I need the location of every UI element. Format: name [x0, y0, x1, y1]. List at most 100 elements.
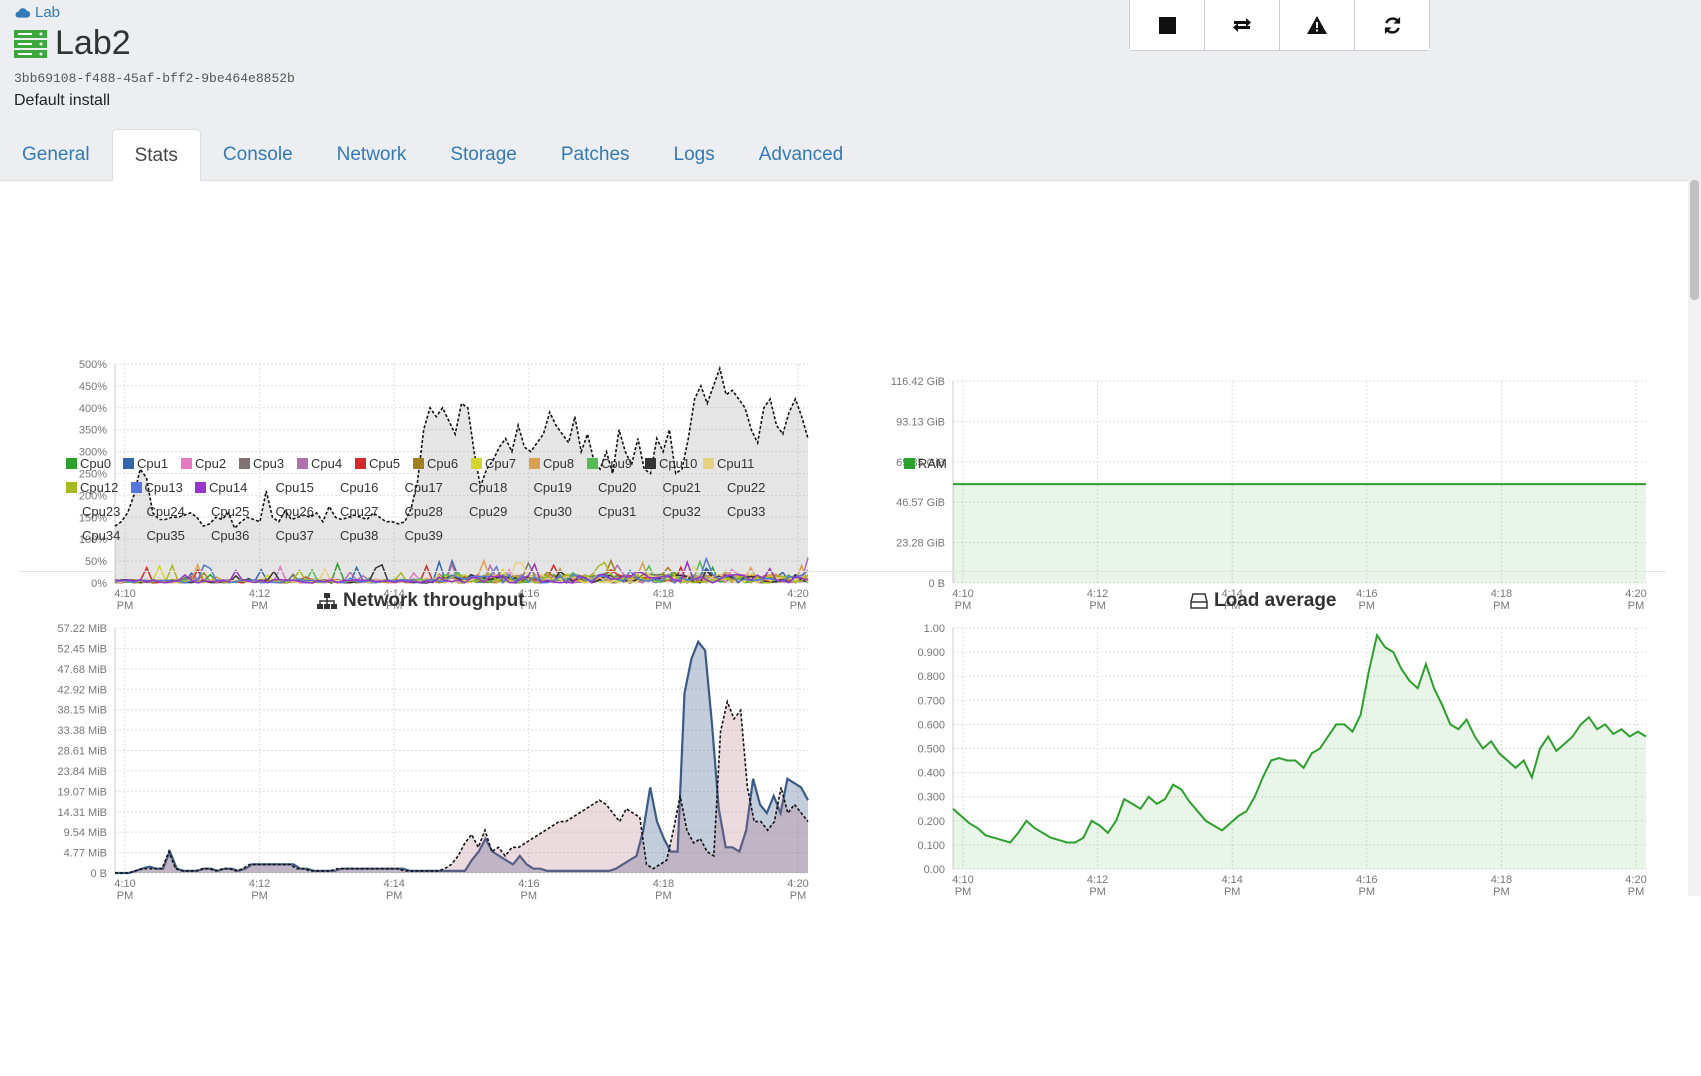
legend-item-cpu5[interactable]: Cpu5: [355, 456, 400, 471]
legend-label: Cpu3: [253, 456, 285, 471]
legend-label: Cpu8: [543, 456, 575, 471]
legend-label: Cpu13: [144, 480, 183, 495]
tab-storage[interactable]: Storage: [428, 129, 539, 181]
legend-label: Cpu33: [727, 504, 766, 519]
x-tick-label: 4:10: [952, 874, 973, 886]
legend-item-cpu18[interactable]: Cpu18: [469, 480, 507, 495]
legend-item-cpu9[interactable]: Cpu9: [587, 456, 632, 471]
legend-swatch: [645, 458, 656, 469]
legend-item-cpu15[interactable]: Cpu15: [276, 480, 314, 495]
y-tick-label: 23.84 MiB: [57, 766, 107, 778]
legend-item-cpu29[interactable]: Cpu29: [469, 504, 507, 519]
legend-label: Cpu18: [469, 480, 508, 495]
x-tick-label: 4:12: [1087, 588, 1108, 600]
x-tick-label: PM: [117, 890, 134, 902]
legend-item-cpu7[interactable]: Cpu7: [471, 456, 516, 471]
legend-item-cpu16[interactable]: Cpu16: [340, 480, 378, 495]
legend-item-cpu38[interactable]: Cpu38: [340, 528, 378, 543]
legend-item-cpu4[interactable]: Cpu4: [297, 456, 342, 471]
legend-item-cpu34[interactable]: Cpu34: [82, 528, 120, 543]
tab-patches[interactable]: Patches: [539, 129, 652, 181]
y-tick-label: 38.15 MiB: [57, 705, 107, 717]
tab-advanced[interactable]: Advanced: [737, 129, 866, 181]
series-area-tx: [115, 701, 808, 873]
tab-network[interactable]: Network: [315, 129, 429, 181]
x-tick-label: 4:20: [787, 878, 808, 890]
legend-swatch: [587, 458, 598, 469]
legend-item-cpu3[interactable]: Cpu3: [239, 456, 284, 471]
x-tick-label: PM: [1359, 886, 1376, 898]
legend-item-cpu17[interactable]: Cpu17: [405, 480, 443, 495]
x-tick-label: 4:20: [1625, 874, 1646, 886]
tab-bar: General Stats Console Network Storage Pa…: [0, 129, 865, 181]
force-shutdown-button[interactable]: [1280, 0, 1355, 50]
legend-item-cpu27[interactable]: Cpu27: [340, 504, 378, 519]
legend-item-cpu14[interactable]: Cpu14: [195, 480, 247, 495]
legend-item-cpu24[interactable]: Cpu24: [147, 504, 185, 519]
tab-stats[interactable]: Stats: [111, 129, 201, 181]
legend-item-cpu8[interactable]: Cpu8: [529, 456, 574, 471]
legend-item-cpu21[interactable]: Cpu21: [663, 480, 701, 495]
tab-console[interactable]: Console: [201, 129, 315, 181]
legend-item-ram[interactable]: RAM: [904, 456, 947, 471]
series-line-cpu14: [114, 559, 809, 584]
legend-item-cpu10[interactable]: Cpu10: [645, 456, 697, 471]
x-tick-label: PM: [1089, 886, 1106, 898]
x-tick-label: PM: [790, 600, 807, 612]
legend-item-cpu35[interactable]: Cpu35: [147, 528, 185, 543]
series-line-cpu3: [114, 561, 809, 585]
legend-item-cpu13[interactable]: Cpu13: [130, 480, 183, 495]
x-tick-label: 4:16: [1356, 588, 1377, 600]
legend-label: Cpu10: [659, 456, 698, 471]
legend-item-cpu2[interactable]: Cpu2: [181, 456, 226, 471]
scrollbar-thumb[interactable]: [1690, 180, 1699, 300]
legend-item-cpu25[interactable]: Cpu25: [211, 504, 249, 519]
legend-item-cpu11[interactable]: Cpu11: [703, 456, 754, 471]
legend-label: Cpu25: [211, 504, 250, 519]
legend-item-cpu0[interactable]: Cpu0: [66, 456, 111, 471]
legend-label: Cpu16: [340, 480, 379, 495]
legend-item-cpu6[interactable]: Cpu6: [413, 456, 458, 471]
refresh-icon: [1384, 16, 1400, 34]
legend-item-cpu1[interactable]: Cpu1: [123, 456, 168, 471]
x-tick-label: 4:10: [114, 588, 135, 600]
legend-label: Cpu32: [662, 504, 701, 519]
legend-item-cpu32[interactable]: Cpu32: [663, 504, 701, 519]
legend-item-cpu26[interactable]: Cpu26: [276, 504, 314, 519]
legend-item-cpu39[interactable]: Cpu39: [405, 528, 443, 543]
tab-general[interactable]: General: [0, 129, 112, 181]
legend-label: Cpu23: [82, 504, 121, 519]
legend-item-cpu22[interactable]: Cpu22: [727, 480, 765, 495]
x-tick-label: 4:20: [787, 588, 808, 600]
legend-item-cpu37[interactable]: Cpu37: [276, 528, 314, 543]
breadcrumb[interactable]: Lab: [14, 4, 60, 21]
y-tick-label: 116.42 GiB: [891, 376, 945, 388]
refresh-button[interactable]: [1355, 0, 1429, 50]
legend-label: Cpu20: [598, 480, 637, 495]
y-tick-label: 1.00: [924, 623, 945, 635]
cloud-icon: [15, 8, 31, 18]
legend-item-cpu31[interactable]: Cpu31: [598, 504, 636, 519]
x-tick-label: PM: [1089, 600, 1106, 612]
legend-item-cpu36[interactable]: Cpu36: [211, 528, 249, 543]
y-tick-label: 0.500: [917, 744, 945, 756]
legend-item-cpu28[interactable]: Cpu28: [405, 504, 443, 519]
restart-button[interactable]: [1205, 0, 1280, 50]
legend-item-cpu23[interactable]: Cpu23: [82, 504, 120, 519]
y-tick-label: 52.45 MiB: [57, 643, 107, 655]
legend-item-cpu19[interactable]: Cpu19: [534, 480, 572, 495]
legend-item-cpu30[interactable]: Cpu30: [534, 504, 572, 519]
legend-item-cpu20[interactable]: Cpu20: [598, 480, 636, 495]
tab-logs[interactable]: Logs: [652, 129, 737, 181]
legend-label: Cpu21: [662, 480, 701, 495]
vm-uuid: 3bb69108-f488-45af-bff2-9be464e8852b: [14, 71, 295, 86]
legend-item-cpu12[interactable]: Cpu12: [66, 480, 118, 495]
scrollbar[interactable]: [1688, 180, 1701, 896]
legend-item-cpu33[interactable]: Cpu33: [727, 504, 765, 519]
y-tick-label: 350%: [79, 425, 107, 437]
stop-button[interactable]: [1130, 0, 1205, 50]
vm-description[interactable]: Default install: [14, 92, 110, 110]
legend-label: Cpu0: [80, 456, 112, 471]
legend-label: Cpu19: [533, 480, 572, 495]
x-tick-label: PM: [117, 600, 134, 612]
